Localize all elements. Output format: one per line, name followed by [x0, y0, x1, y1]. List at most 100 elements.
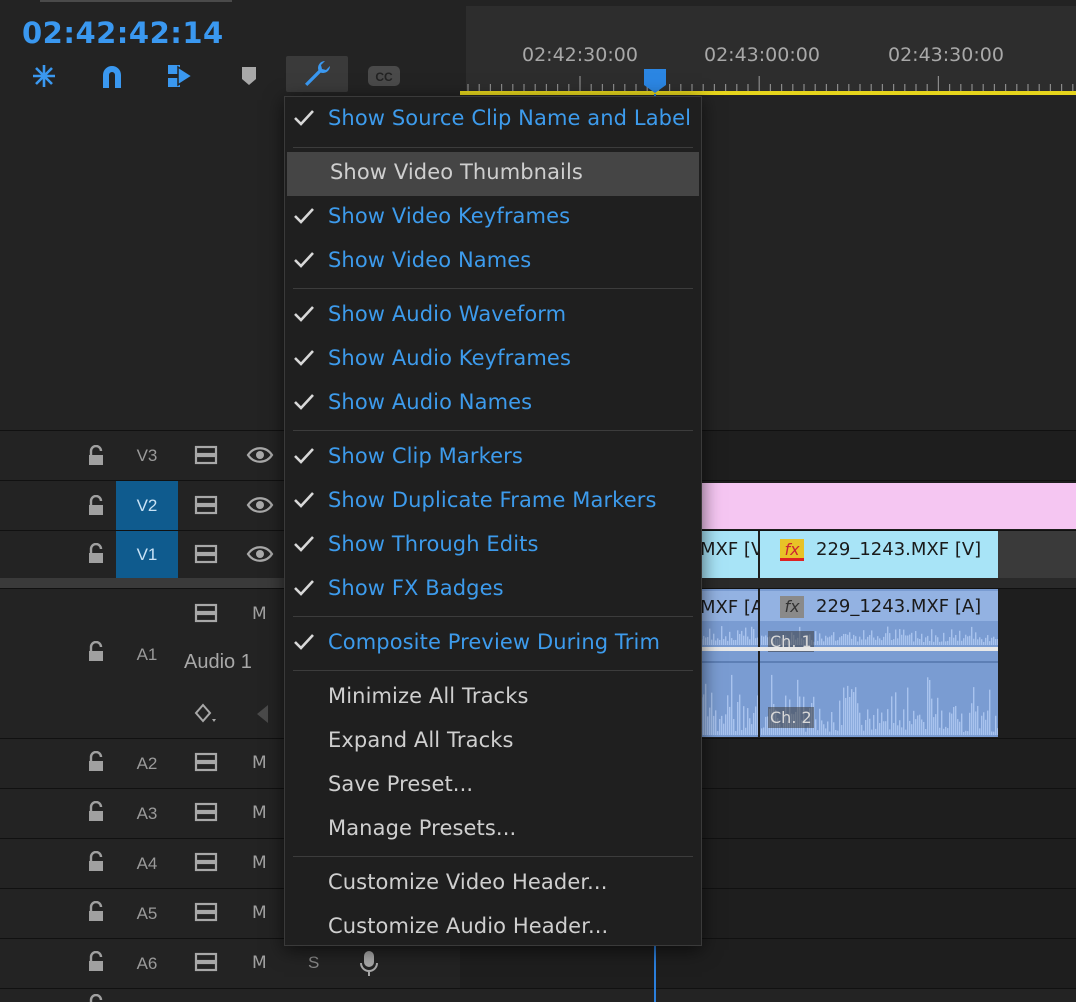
channel-label: Ch. 2 [768, 707, 814, 728]
checkmark-icon [293, 534, 315, 554]
menu-item-show-video-thumbnails[interactable]: Show Video Thumbnails [287, 152, 699, 196]
lock-icon[interactable] [86, 994, 106, 1002]
menu-item-label: Show Through Edits [328, 532, 539, 556]
sync-lock-icon[interactable] [194, 495, 220, 520]
menu-item-save-preset[interactable]: Save Preset... [285, 764, 701, 806]
audio-clip[interactable]: MXF [A [700, 589, 758, 737]
menu-separator [293, 670, 693, 671]
lock-icon[interactable] [86, 950, 106, 973]
track-label-v3[interactable]: V3 [116, 446, 178, 466]
mute-button[interactable]: M [252, 803, 267, 823]
lock-icon[interactable] [86, 542, 106, 565]
checkmark-icon [293, 250, 315, 270]
menu-item-customize-video-header[interactable]: Customize Video Header... [285, 862, 701, 904]
video-clip[interactable]: fx 229_1243.MXF [V] [760, 531, 998, 579]
volume-keyframe-line[interactable] [700, 647, 998, 651]
track-label-a5[interactable]: A5 [116, 904, 178, 924]
menu-item-expand-all-tracks[interactable]: Expand All Tracks [285, 720, 701, 762]
menu-item-manage-presets[interactable]: Manage Presets... [285, 808, 701, 850]
microphone-icon[interactable] [358, 949, 380, 984]
lock-icon[interactable] [86, 444, 106, 467]
lock-icon[interactable] [86, 850, 106, 873]
menu-item-label: Customize Audio Header... [328, 914, 609, 938]
track-label-v2[interactable]: V2 [116, 481, 178, 531]
menu-item-label: Customize Video Header... [328, 870, 608, 894]
menu-item-label: Show Duplicate Frame Markers [328, 488, 657, 512]
mute-button[interactable]: M [252, 753, 267, 773]
track-name[interactable]: Audio 1 [184, 651, 252, 674]
menu-item-show-video-names[interactable]: Show Video Names [285, 240, 701, 282]
mute-button[interactable]: M [252, 853, 267, 873]
playhead-icon[interactable] [643, 68, 667, 94]
magnet-icon[interactable] [92, 58, 132, 94]
fx-badge-icon[interactable]: fx [780, 539, 804, 561]
ruler-label: 02:42:30:00 [522, 44, 638, 66]
work-area-bar[interactable] [460, 91, 1076, 95]
menu-item-show-through-edits[interactable]: Show Through Edits [285, 524, 701, 566]
menu-item-show-source-clip-name-and-label[interactable]: Show Source Clip Name and Label [285, 98, 701, 140]
add-marker-icon[interactable] [229, 58, 269, 94]
menu-item-customize-audio-header[interactable]: Customize Audio Header... [285, 906, 701, 948]
track-label-a6[interactable]: A6 [116, 954, 178, 974]
mute-button[interactable]: M [252, 604, 267, 624]
mute-button[interactable]: M [252, 953, 267, 973]
eye-icon[interactable] [246, 495, 274, 520]
sync-lock-icon[interactable] [194, 752, 220, 777]
menu-item-show-audio-waveform[interactable]: Show Audio Waveform [285, 294, 701, 336]
checkmark-icon [293, 304, 315, 324]
eye-icon[interactable] [246, 544, 274, 569]
playhead-timecode[interactable]: 02:42:42:14 [22, 16, 224, 50]
sync-lock-icon[interactable] [194, 902, 220, 927]
lock-icon[interactable] [86, 640, 106, 663]
sync-lock-icon[interactable] [194, 802, 220, 827]
menu-item-show-video-keyframes[interactable]: Show Video Keyframes [285, 196, 701, 238]
video-clip[interactable]: MXF [V [700, 531, 758, 579]
checkmark-icon [293, 392, 315, 412]
checkmark-icon [293, 108, 315, 128]
menu-item-show-audio-keyframes[interactable]: Show Audio Keyframes [285, 338, 701, 380]
checkmark-icon [293, 348, 315, 368]
timeline-settings-menu: Show Source Clip Name and Label Show Vide… [284, 96, 702, 946]
adjustment-clip[interactable] [700, 483, 1076, 529]
sync-lock-icon[interactable] [194, 952, 220, 977]
time-ruler[interactable]: 02:42:30:00 02:43:00:00 02:43:30:00 [466, 6, 1076, 94]
lock-icon[interactable] [86, 750, 106, 773]
menu-item-minimize-all-tracks[interactable]: Minimize All Tracks [285, 676, 701, 718]
lock-icon[interactable] [86, 900, 106, 923]
track-label-a3[interactable]: A3 [116, 804, 178, 824]
menu-item-label: Show Video Thumbnails [330, 160, 583, 184]
previous-keyframe-icon[interactable] [254, 703, 270, 730]
checkmark-icon [293, 490, 315, 510]
linked-selection-icon[interactable] [160, 58, 200, 94]
empty-region [998, 531, 1076, 579]
menu-item-label: Show Clip Markers [328, 444, 523, 468]
sync-lock-icon[interactable] [194, 852, 220, 877]
menu-item-show-duplicate-frame-markers[interactable]: Show Duplicate Frame Markers [285, 480, 701, 522]
menu-separator [293, 147, 693, 148]
menu-item-show-clip-markers[interactable]: Show Clip Markers [285, 436, 701, 478]
menu-item-label: Minimize All Tracks [328, 684, 529, 708]
sync-lock-icon[interactable] [194, 445, 220, 470]
track-label-a1[interactable]: A1 [116, 645, 178, 665]
waveform [700, 626, 758, 735]
audio-clip[interactable]: fx 229_1243.MXF [A] Ch. 1 Ch. 2 [760, 589, 998, 737]
closed-captions-icon[interactable]: CC [364, 58, 404, 94]
lock-icon[interactable] [86, 800, 106, 823]
track-label-a4[interactable]: A4 [116, 854, 178, 874]
lock-icon[interactable] [86, 494, 106, 517]
sync-lock-icon[interactable] [194, 603, 220, 628]
solo-button[interactable]: S [308, 953, 319, 973]
keyframe-icon[interactable] [194, 703, 220, 730]
mute-button[interactable]: M [252, 903, 267, 923]
menu-item-show-fx-badges[interactable]: Show FX Badges [285, 568, 701, 610]
menu-item-show-audio-names[interactable]: Show Audio Names [285, 382, 701, 424]
track-label-v1[interactable]: V1 [116, 531, 178, 579]
menu-item-composite-preview-during-trim[interactable]: Composite Preview During Trim [285, 622, 701, 664]
wrench-icon[interactable] [286, 56, 348, 92]
sync-lock-icon[interactable] [194, 544, 220, 569]
menu-item-label: Show Audio Names [328, 390, 533, 414]
snap-insert-icon[interactable] [24, 58, 64, 94]
menu-item-label: Show FX Badges [328, 576, 504, 600]
eye-icon[interactable] [246, 445, 274, 470]
track-label-a2[interactable]: A2 [116, 754, 178, 774]
